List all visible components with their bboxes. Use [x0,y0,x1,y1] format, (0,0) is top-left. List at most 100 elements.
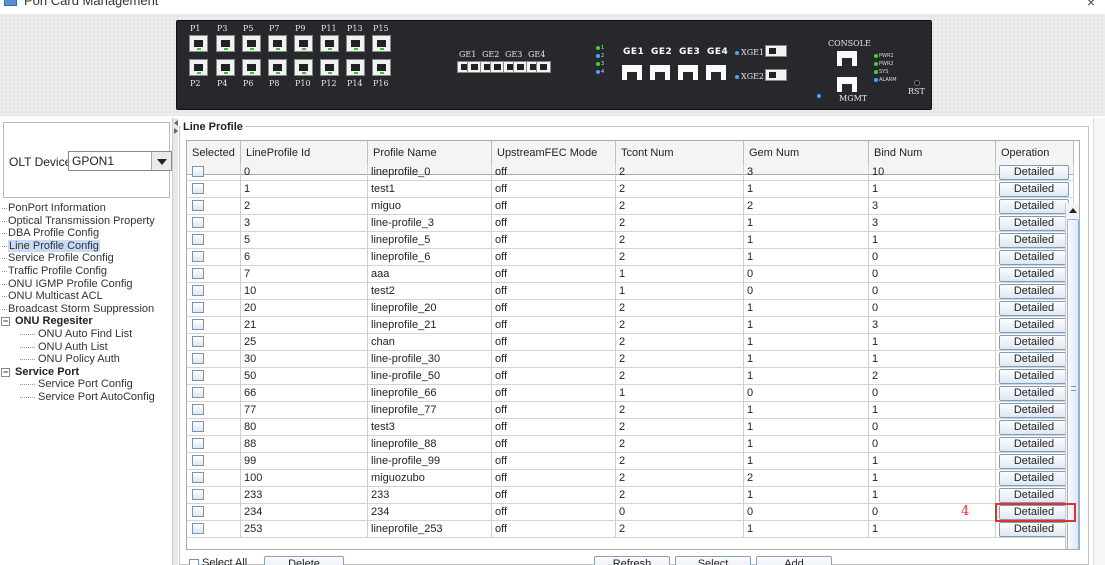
tree-item-onu-policy-auth[interactable]: ONU Policy Auth [0,353,172,366]
row-checkbox[interactable] [192,166,204,177]
row-checkbox[interactable] [192,506,204,517]
detailed-button[interactable]: Detailed [999,437,1069,452]
row-checkbox[interactable] [192,302,204,313]
row-checkbox[interactable] [192,234,204,245]
detailed-button[interactable]: Detailed [999,199,1069,214]
tree-item-service-profile-config[interactable]: Service Profile Config [0,252,172,265]
ge-sfp-port[interactable] [536,61,551,73]
row-checkbox[interactable] [192,251,204,262]
tree-item-service-port-config[interactable]: Service Port Config [0,378,172,391]
row-checkbox[interactable] [192,404,204,415]
tree-item-line-profile-config[interactable]: Line Profile Config [0,239,172,253]
table-row[interactable]: 66 lineprofile_66 off 1 0 0 Detailed [187,385,1074,402]
window-close-icon[interactable]: × [1087,0,1095,10]
row-checkbox[interactable] [192,489,204,500]
table-row[interactable]: 234 234 off 0 0 0 Detailed [187,504,1074,521]
row-checkbox[interactable] [192,268,204,279]
table-row[interactable]: 233 233 off 2 1 1 Detailed [187,487,1074,504]
ge-rj45-port[interactable] [650,65,670,80]
table-row[interactable]: 50 line-profile_50 off 2 1 2 Detailed [187,368,1074,385]
detailed-button[interactable]: Detailed [999,165,1069,180]
table-row[interactable]: 25 chan off 2 1 1 Detailed [187,334,1074,351]
table-row[interactable]: 20 lineprofile_20 off 2 1 0 Detailed [187,300,1074,317]
pon-port-P5[interactable] [242,35,261,52]
detailed-button[interactable]: Detailed [999,233,1069,248]
table-row[interactable]: 6 lineprofile_6 off 2 1 0 Detailed [187,249,1074,266]
refresh-button[interactable]: Refresh [594,556,670,565]
row-checkbox[interactable] [192,285,204,296]
scroll-up-icon[interactable] [1067,205,1079,217]
ge-rj45-port[interactable] [706,65,726,80]
tree-item-ponport-information[interactable]: PonPort Information [0,202,172,215]
mgmt-port[interactable] [837,77,857,92]
row-checkbox[interactable] [192,200,204,211]
add-button[interactable]: Add [756,556,832,565]
tree-item-onu-auth-list[interactable]: ONU Auth List [0,341,172,354]
pon-port-P8[interactable] [268,59,287,76]
detailed-button[interactable]: Detailed [999,301,1069,316]
row-checkbox[interactable] [192,472,204,483]
split-divider[interactable] [172,118,178,565]
xge-sfp-port[interactable] [765,45,787,57]
tree-item-broadcast-storm-suppression[interactable]: Broadcast Storm Suppression [0,303,172,316]
tree-item-onu-igmp-profile-config[interactable]: ONU IGMP Profile Config [0,278,172,291]
row-checkbox[interactable] [192,336,204,347]
olt-device-select[interactable]: GPON1 [68,151,172,171]
pon-port-P7[interactable] [268,35,287,52]
select-button[interactable]: Select [675,556,751,565]
detailed-button[interactable]: Detailed [999,284,1069,299]
table-row-partial[interactable]: 0 lineprofile_0 off 2 3 10 Detailed [187,164,1074,181]
pon-port-P14[interactable] [346,59,365,76]
detailed-button[interactable]: Detailed [999,386,1069,401]
row-checkbox[interactable] [192,217,204,228]
table-row[interactable]: 3 line-profile_3 off 2 1 3 Detailed [187,215,1074,232]
pon-port-P10[interactable] [294,59,313,76]
pon-port-P1[interactable] [189,35,208,52]
table-row[interactable]: 1 test1 off 2 1 1 Detailed [187,181,1074,198]
pon-port-P4[interactable] [216,59,235,76]
table-row[interactable]: 100 miguozubo off 2 2 1 Detailed [187,470,1074,487]
table-row[interactable]: 253 lineprofile_253 off 2 1 1 Detailed [187,521,1074,538]
tree-item-onu-auto-find-list[interactable]: ONU Auto Find List [0,328,172,341]
row-checkbox[interactable] [192,421,204,432]
row-checkbox[interactable] [192,438,204,449]
tree-item-optical-transmission-property[interactable]: Optical Transmission Property [0,215,172,228]
row-checkbox[interactable] [192,523,204,534]
pon-port-P2[interactable] [189,59,208,76]
table-row[interactable]: 21 lineprofile_21 off 2 1 3 Detailed [187,317,1074,334]
ge-rj45-port[interactable] [622,65,642,80]
pon-port-P6[interactable] [242,59,261,76]
table-row[interactable]: 10 test2 off 1 0 0 Detailed [187,283,1074,300]
scroll-thumb[interactable] [1067,219,1079,549]
table-row[interactable]: 7 aaa off 1 0 0 Detailed [187,266,1074,283]
detailed-button[interactable]: Detailed [999,352,1069,367]
detailed-button[interactable]: Detailed [999,369,1069,384]
tree-item-dba-profile-config[interactable]: DBA Profile Config [0,227,172,240]
detailed-button[interactable]: Detailed [999,454,1069,469]
table-row[interactable]: 5 lineprofile_5 off 2 1 1 Detailed [187,232,1074,249]
detailed-button[interactable]: Detailed [999,488,1069,503]
table-vertical-scrollbar[interactable] [1065,203,1079,549]
table-row[interactable]: 80 test3 off 2 1 0 Detailed [187,419,1074,436]
select-all-checkbox[interactable] [189,559,199,565]
pon-port-P11[interactable] [320,35,339,52]
pon-port-P3[interactable] [216,35,235,52]
pon-port-P15[interactable] [372,35,391,52]
table-row[interactable]: 30 line-profile_30 off 2 1 1 Detailed [187,351,1074,368]
row-checkbox[interactable] [192,319,204,330]
tree-item-onu-regesiter[interactable]: − ONU Regesiter [0,315,172,328]
ge-rj45-port[interactable] [678,65,698,80]
tree-item-onu-multicast-acl[interactable]: ONU Multicast ACL [0,290,172,303]
row-checkbox[interactable] [192,455,204,466]
pon-port-P16[interactable] [372,59,391,76]
collapse-icon[interactable]: − [1,317,10,327]
delete-button[interactable]: Delete [264,556,344,565]
detailed-button[interactable]: Detailed [999,216,1069,231]
collapse-icon[interactable]: − [1,367,10,377]
detailed-button[interactable]: Detailed [999,335,1069,350]
pon-port-P9[interactable] [294,35,313,52]
table-row[interactable]: 88 lineprofile_88 off 2 1 0 Detailed [187,436,1074,453]
table-row[interactable]: 77 lineprofile_77 off 2 1 1 Detailed [187,402,1074,419]
row-checkbox[interactable] [192,353,204,364]
detailed-button[interactable]: Detailed [999,318,1069,333]
